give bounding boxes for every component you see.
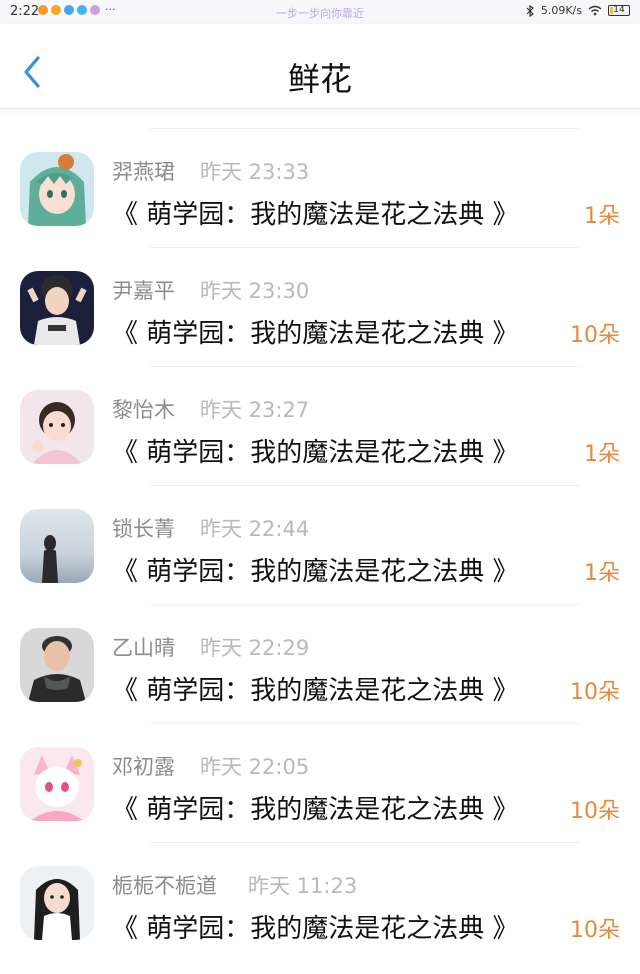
list-item[interactable]: 黎怡木 昨天 23:27 《 萌学园：我的魔法是花之法典 》 1朵 [0, 366, 640, 485]
gift-time: 昨天 23:33 [200, 160, 310, 184]
divider [150, 128, 580, 129]
divider [150, 247, 580, 248]
flower-count: 10朵 [570, 918, 620, 943]
avatar[interactable] [20, 390, 94, 464]
list-item[interactable]: 锁长菁 昨天 22:44 《 萌学园：我的魔法是花之法典 》 1朵 [0, 485, 640, 604]
book-title: 《 萌学园：我的魔法是花之法典 》 [112, 319, 519, 349]
flower-count: 10朵 [570, 323, 620, 348]
book-title: 《 萌学园：我的魔法是花之法典 》 [112, 557, 519, 587]
avatar[interactable] [20, 866, 94, 940]
list-item[interactable]: 邓初露 昨天 22:05 《 萌学园：我的魔法是花之法典 》 10朵 [0, 723, 640, 842]
sender-name: 黎怡木 [112, 398, 175, 422]
list-item[interactable]: 尹嘉平 昨天 23:30 《 萌学园：我的魔法是花之法典 》 10朵 [0, 247, 640, 366]
status-bar: 2:22 ··· 一步一步向你靠近 5.09K/s 14 [0, 0, 640, 24]
battery-icon: 14 [608, 5, 630, 16]
divider [150, 604, 580, 605]
gift-time: 昨天 22:29 [200, 636, 310, 660]
nav-bar: 鲜花 [0, 24, 640, 109]
book-title: 《 萌学园：我的魔法是花之法典 》 [112, 795, 519, 825]
divider [150, 842, 580, 843]
book-title: 《 萌学园：我的魔法是花之法典 》 [112, 438, 519, 468]
gift-time: 昨天 11:23 [248, 874, 358, 898]
sender-name: 栀栀不栀道 [112, 874, 217, 898]
status-right: 5.09K/s 14 [525, 4, 630, 17]
gift-time: 昨天 23:30 [200, 279, 310, 303]
page-title: 鲜花 [287, 60, 352, 98]
network-speed: 5.09K/s [540, 4, 582, 17]
flower-gift-list: 羿燕珺 昨天 23:33 《 萌学园：我的魔法是花之法典 》 1朵 尹嘉平 昨天… [0, 128, 640, 961]
book-title: 《 萌学园：我的魔法是花之法典 》 [112, 676, 519, 706]
book-title: 《 萌学园：我的魔法是花之法典 》 [112, 200, 519, 230]
list-item[interactable]: 乙山晴 昨天 22:29 《 萌学园：我的魔法是花之法典 》 10朵 [0, 604, 640, 723]
flower-count: 1朵 [584, 442, 620, 467]
bluetooth-icon [526, 4, 534, 17]
flower-count: 1朵 [584, 561, 620, 586]
avatar[interactable] [20, 509, 94, 583]
sender-name: 尹嘉平 [112, 279, 175, 303]
wifi-icon [588, 5, 602, 16]
divider [150, 723, 580, 724]
gift-time: 昨天 22:05 [200, 755, 310, 779]
divider [150, 485, 580, 486]
sender-name: 羿燕珺 [112, 160, 175, 184]
avatar[interactable] [20, 628, 94, 702]
divider [150, 366, 580, 367]
list-item[interactable]: 羿燕珺 昨天 23:33 《 萌学园：我的魔法是花之法典 》 1朵 [0, 128, 640, 247]
sender-name: 乙山晴 [112, 636, 175, 660]
sender-name: 邓初露 [112, 755, 175, 779]
sender-name: 锁长菁 [112, 517, 175, 541]
gift-time: 昨天 22:44 [200, 517, 310, 541]
flower-count: 10朵 [570, 799, 620, 824]
flower-count: 1朵 [584, 204, 620, 229]
flower-count: 10朵 [570, 680, 620, 705]
avatar[interactable] [20, 747, 94, 821]
avatar[interactable] [20, 152, 94, 226]
list-item[interactable]: 栀栀不栀道 昨天 11:23 《 萌学园：我的魔法是花之法典 》 10朵 [0, 842, 640, 961]
avatar[interactable] [20, 271, 94, 345]
battery-level: 14 [613, 5, 625, 15]
gift-time: 昨天 23:27 [200, 398, 310, 422]
book-title: 《 萌学园：我的魔法是花之法典 》 [112, 914, 519, 944]
